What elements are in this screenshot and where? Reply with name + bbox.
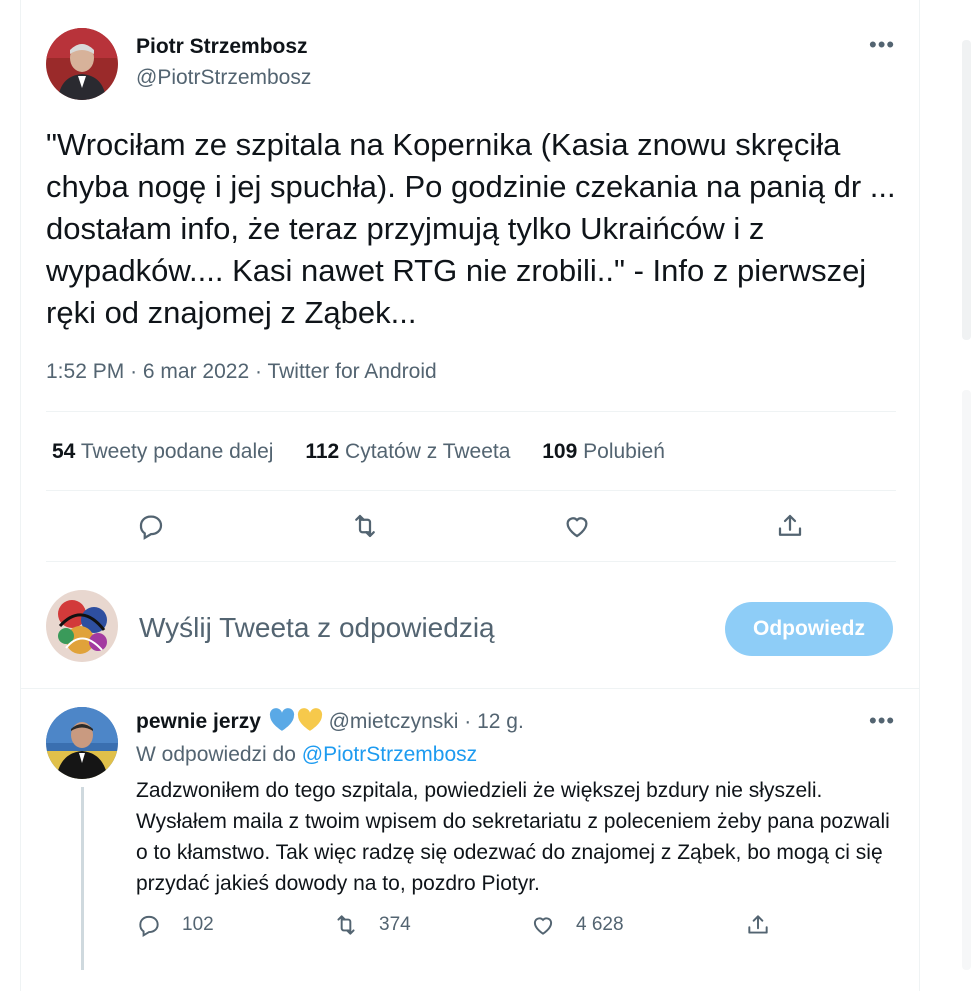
divider [46, 561, 896, 562]
retweet-count: 374 [379, 914, 411, 935]
retweet-icon[interactable] [333, 912, 359, 938]
user-avatar[interactable] [46, 590, 118, 662]
reply-author-name[interactable]: pewnie jerzy [136, 710, 261, 733]
replying-prefix: W odpowiedzi do [136, 743, 296, 766]
replying-to-link[interactable]: @PiotrStrzembosz [302, 743, 477, 766]
reply-text: Zadzwoniłem do tego szpitala, powiedziel… [136, 779, 890, 895]
share-icon[interactable] [772, 508, 808, 544]
stat-likes[interactable]: 109 Polubień [542, 440, 665, 464]
author-avatar[interactable] [46, 28, 118, 100]
reply-reply-action[interactable]: 102 [136, 912, 214, 938]
like-icon[interactable] [559, 508, 595, 544]
column-border-left [20, 0, 21, 991]
column-border-right [919, 0, 920, 991]
reply-more-options-icon[interactable]: ••• [869, 708, 895, 734]
stat-retweets[interactable]: 54 Tweety podane dalej [52, 440, 273, 464]
tweet-date[interactable]: 6 mar 2022 [143, 360, 249, 383]
replying-to: W odpowiedzi do @PiotrStrzembosz [136, 743, 477, 767]
author-name[interactable]: Piotr Strzembosz [136, 35, 308, 59]
reply-author-avatar[interactable] [46, 707, 118, 779]
reply-header: pewnie jerzy @mietczynski · 12 g. [136, 708, 524, 734]
tweet-text: "Wrociłam ze szpitala na Kopernika (Kasi… [46, 127, 896, 330]
reply-share-action[interactable] [745, 912, 791, 938]
tweet-meta: 1:52 PM · 6 mar 2022 · Twitter for Andro… [46, 360, 437, 384]
yellow-heart-icon [297, 708, 322, 731]
divider [46, 411, 896, 412]
reply-count: 102 [182, 914, 214, 935]
blue-heart-icon [269, 708, 294, 731]
meta-separator: · [464, 710, 472, 733]
meta-separator: · [130, 360, 138, 383]
divider [46, 490, 896, 491]
thread-line [81, 787, 84, 970]
author-handle[interactable]: @PiotrStrzembosz [136, 66, 311, 90]
stat-quotes[interactable]: 112 Cytatów z Tweeta [305, 440, 510, 464]
meta-separator: · [254, 360, 262, 383]
share-icon[interactable] [745, 912, 771, 938]
reply-button[interactable]: Odpowiedz [725, 602, 893, 656]
tweet-time[interactable]: 1:52 PM [46, 360, 124, 383]
like-icon[interactable] [530, 912, 556, 938]
reply-author-handle[interactable]: @mietczynski [329, 710, 459, 733]
reply-retweet-action[interactable]: 374 [333, 912, 411, 938]
tweet-source[interactable]: Twitter for Android [267, 360, 436, 383]
reply-input[interactable]: Wyślij Tweeta z odpowiedzią [139, 612, 495, 644]
divider [20, 688, 920, 689]
scrollbar-lower[interactable] [962, 390, 971, 970]
reply-like-action[interactable]: 4 628 [530, 912, 624, 938]
like-count: 4 628 [576, 914, 624, 935]
more-options-icon[interactable]: ••• [869, 32, 895, 58]
retweet-icon[interactable] [347, 508, 383, 544]
reply-age[interactable]: 12 g. [477, 710, 524, 733]
tweet-stats: 54 Tweety podane dalej 112 Cytatów z Twe… [52, 440, 691, 464]
reply-icon[interactable] [136, 912, 162, 938]
scrollbar-upper[interactable] [962, 40, 971, 340]
reply-icon[interactable] [133, 508, 169, 544]
